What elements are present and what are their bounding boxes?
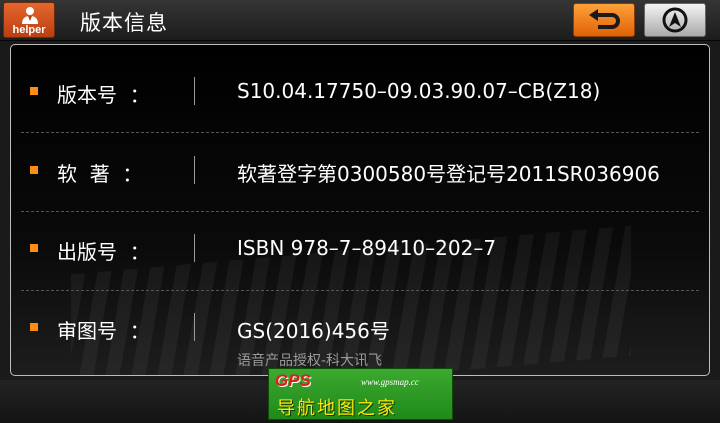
row-label: 出版号 ：: [57, 240, 150, 264]
row-label: 审图号 ：: [57, 319, 150, 343]
gpsmap-watermark: GPS www.gpsmap.cc 导航地图之家: [268, 368, 453, 420]
row-map-review: 审图号 ： GS(2016)456号: [11, 281, 709, 359]
back-arrow-icon: [589, 9, 620, 29]
row-value: GS(2016)456号: [237, 319, 390, 343]
voice-license-note: 语音产品授权-科大讯飞: [237, 353, 383, 369]
page-title: 版本信息: [80, 11, 168, 35]
bullet: [30, 323, 38, 331]
separator: [194, 313, 195, 341]
helper-button[interactable]: helper: [3, 2, 55, 38]
row-copyright: 软 著 ： 软著登字第0300580号登记号2011SR036906: [11, 124, 709, 202]
gps-logo: GPS: [275, 371, 311, 390]
site-url: www.gpsmap.cc: [361, 377, 419, 387]
separator: [194, 156, 195, 184]
row-publication: 出版号 ： ISBN 978–7–89410–202–7: [11, 202, 709, 280]
separator: [194, 77, 195, 105]
row-label: 软 著 ：: [57, 162, 143, 186]
navigation-button[interactable]: [644, 3, 706, 37]
row-value: ISBN 978–7–89410–202–7: [237, 236, 497, 260]
row-label: 版本号 ：: [57, 83, 150, 107]
row-version: 版本号 ： S10.04.17750–09.03.90.07–CB(Z18): [11, 45, 709, 123]
bullet: [30, 87, 38, 95]
row-value: 软著登字第0300580号登记号2011SR036906: [237, 162, 660, 186]
navigation-icon: [662, 7, 688, 33]
person-icon: [22, 7, 38, 24]
brand-name: 导航地图之家: [277, 398, 397, 419]
version-info-panel: 版本号 ： S10.04.17750–09.03.90.07–CB(Z18) 软…: [10, 44, 710, 376]
separator: [194, 234, 195, 262]
bullet: [30, 166, 38, 174]
helper-label: helper: [12, 24, 46, 36]
header-bar: helper 版本信息: [0, 0, 720, 41]
row-value: S10.04.17750–09.03.90.07–CB(Z18): [237, 79, 601, 103]
back-button[interactable]: [573, 3, 635, 37]
bullet: [30, 244, 38, 252]
